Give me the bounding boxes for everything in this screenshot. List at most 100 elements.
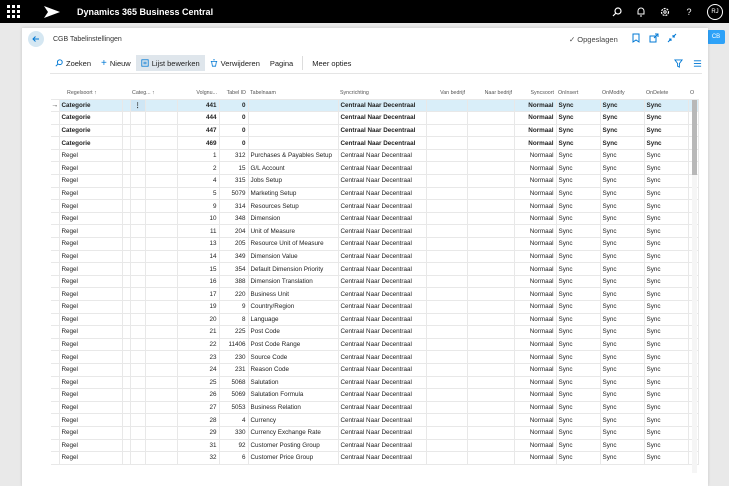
- cell-tabel-id[interactable]: 6: [218, 451, 249, 465]
- header-naar-bedrijf[interactable]: Naar bedrijf: [467, 85, 514, 99]
- cell-categorie[interactable]: [129, 375, 146, 390]
- cell-volgnummer[interactable]: 16: [176, 274, 220, 289]
- cell-onmodify[interactable]: Sync: [599, 287, 645, 301]
- cell-syncrichting[interactable]: Centraal Naar Decentraal: [337, 211, 427, 226]
- share-icon[interactable]: [649, 33, 659, 43]
- header-syncsoort[interactable]: Syncsoort: [514, 85, 556, 99]
- cell-syncsoort[interactable]: Normaal: [513, 350, 557, 364]
- cell-naar-bedrijf[interactable]: [466, 249, 515, 264]
- cell-syncsoort[interactable]: Normaal: [513, 186, 557, 201]
- cell-syncrichting[interactable]: Centraal Naar Decentraal: [337, 287, 427, 301]
- cell-spacer[interactable]: [121, 237, 131, 251]
- table-row[interactable]: Regel 11 204 Unit of Measure Centraal Naar D…: [51, 224, 699, 239]
- cell-van-bedrijf[interactable]: [425, 438, 468, 453]
- cell-onmodify[interactable]: Sync: [599, 400, 645, 415]
- table-row[interactable]: → Categorie ⋮ 441 0 Centraal Naar Decentraal N…: [51, 98, 699, 113]
- cell-ondelete[interactable]: Sync: [643, 350, 689, 364]
- table-row[interactable]: Regel 28 4 Currency Centraal Naar Decentraal…: [51, 413, 699, 427]
- cell-syncsoort[interactable]: Normaal: [513, 199, 557, 213]
- cell-naar-bedrijf[interactable]: [466, 438, 515, 453]
- cell-naar-bedrijf[interactable]: [466, 300, 515, 314]
- cell-spacer[interactable]: [121, 136, 131, 150]
- cell-oninsert[interactable]: Sync: [555, 237, 601, 251]
- cell-syncsoort[interactable]: Normaal: [513, 425, 557, 440]
- cell-volgnummer[interactable]: 28: [176, 413, 220, 427]
- table-row[interactable]: Regel 23 230 Source Code Centraal Naar Decen…: [51, 350, 699, 364]
- cell-oninsert[interactable]: Sync: [555, 325, 601, 339]
- cell-categorie[interactable]: [129, 186, 146, 201]
- cell-naar-bedrijf[interactable]: [466, 388, 515, 402]
- cell-tabel-id[interactable]: 92: [218, 438, 249, 453]
- cell-syncsoort[interactable]: Normaal: [513, 362, 557, 377]
- cell-onmodify[interactable]: Sync: [599, 262, 645, 276]
- cell-tabel-id[interactable]: 315: [218, 174, 249, 188]
- cell-volgnummer[interactable]: 15: [176, 262, 220, 276]
- cell-volgnummer[interactable]: 27: [176, 400, 220, 415]
- cell-regelsoort[interactable]: Regel: [58, 362, 123, 377]
- cell-categorie[interactable]: [129, 111, 146, 125]
- cell-onmodify[interactable]: Sync: [599, 325, 645, 339]
- cell-spacer[interactable]: [121, 325, 131, 339]
- cell-tabelnaam[interactable]: Purchases & Payables Setup: [247, 148, 339, 163]
- cell-regelsoort[interactable]: Categorie: [58, 123, 123, 138]
- cell-syncsoort[interactable]: Normaal: [513, 287, 557, 301]
- cell-volgnummer[interactable]: 9: [176, 199, 220, 213]
- cell-spacer[interactable]: [121, 148, 131, 163]
- cell-categorie-extra[interactable]: [144, 161, 178, 176]
- cell-van-bedrijf[interactable]: [425, 262, 468, 276]
- cell-van-bedrijf[interactable]: [425, 161, 468, 176]
- cell-volgnummer[interactable]: 14: [176, 249, 220, 264]
- cell-volgnummer[interactable]: 447: [176, 123, 220, 138]
- cell-oninsert[interactable]: Sync: [555, 123, 601, 138]
- cell-volgnummer[interactable]: 22: [176, 337, 220, 352]
- cell-categorie[interactable]: [129, 350, 146, 364]
- search-button[interactable]: Zoeken: [50, 55, 96, 71]
- cell-tabelnaam[interactable]: [247, 136, 339, 150]
- cell-volgnummer[interactable]: 21: [176, 325, 220, 339]
- cell-syncrichting[interactable]: Centraal Naar Decentraal: [337, 362, 427, 377]
- cell-oninsert[interactable]: Sync: [555, 186, 601, 201]
- cell-naar-bedrijf[interactable]: [466, 111, 515, 125]
- cell-syncrichting[interactable]: Centraal Naar Decentraal: [337, 425, 427, 440]
- cell-regelsoort[interactable]: Regel: [58, 249, 123, 264]
- cell-syncrichting[interactable]: Centraal Naar Decentraal: [337, 274, 427, 289]
- cell-regelsoort[interactable]: Regel: [58, 199, 123, 213]
- cell-categorie[interactable]: [129, 123, 146, 138]
- cell-regelsoort[interactable]: Regel: [58, 400, 123, 415]
- cell-oninsert[interactable]: Sync: [555, 413, 601, 427]
- cell-spacer[interactable]: [121, 438, 131, 453]
- cell-tabelnaam[interactable]: Source Code: [247, 350, 339, 364]
- cell-syncrichting[interactable]: Centraal Naar Decentraal: [337, 224, 427, 239]
- delete-button[interactable]: Verwijderen: [205, 55, 265, 71]
- cell-tabel-id[interactable]: 312: [218, 148, 249, 163]
- cell-spacer[interactable]: [121, 111, 131, 125]
- cell-syncsoort[interactable]: Normaal: [513, 123, 557, 138]
- cell-volgnummer[interactable]: 32: [176, 451, 220, 465]
- cell-tabelnaam[interactable]: Salutation Formula: [247, 388, 339, 402]
- cell-onmodify[interactable]: Sync: [599, 148, 645, 163]
- cell-ondelete[interactable]: Sync: [643, 362, 689, 377]
- cell-regelsoort[interactable]: Regel: [58, 262, 123, 276]
- cell-spacer[interactable]: [121, 425, 131, 440]
- cell-ondelete[interactable]: Sync: [643, 287, 689, 301]
- cell-syncsoort[interactable]: Normaal: [513, 136, 557, 150]
- cell-onmodify[interactable]: Sync: [599, 388, 645, 402]
- cell-tabelnaam[interactable]: [247, 98, 339, 113]
- cell-categorie-extra[interactable]: [144, 451, 178, 465]
- cell-syncrichting[interactable]: Centraal Naar Decentraal: [337, 337, 427, 352]
- cell-ondelete[interactable]: Sync: [643, 174, 689, 188]
- bell-icon[interactable]: [635, 6, 647, 18]
- cell-tabelnaam[interactable]: Post Code Range: [247, 337, 339, 352]
- cell-categorie-extra[interactable]: [144, 186, 178, 201]
- cell-regelsoort[interactable]: Regel: [58, 186, 123, 201]
- cell-ondelete[interactable]: Sync: [643, 425, 689, 440]
- cell-syncsoort[interactable]: Normaal: [513, 388, 557, 402]
- cell-categorie-extra[interactable]: [144, 388, 178, 402]
- cell-tabelnaam[interactable]: Dimension: [247, 211, 339, 226]
- cell-naar-bedrijf[interactable]: [466, 148, 515, 163]
- cell-tabel-id[interactable]: 4: [218, 413, 249, 427]
- list-view-icon[interactable]: [693, 59, 702, 68]
- cell-volgnummer[interactable]: 29: [176, 425, 220, 440]
- cell-syncsoort[interactable]: Normaal: [513, 174, 557, 188]
- cell-ondelete[interactable]: Sync: [643, 262, 689, 276]
